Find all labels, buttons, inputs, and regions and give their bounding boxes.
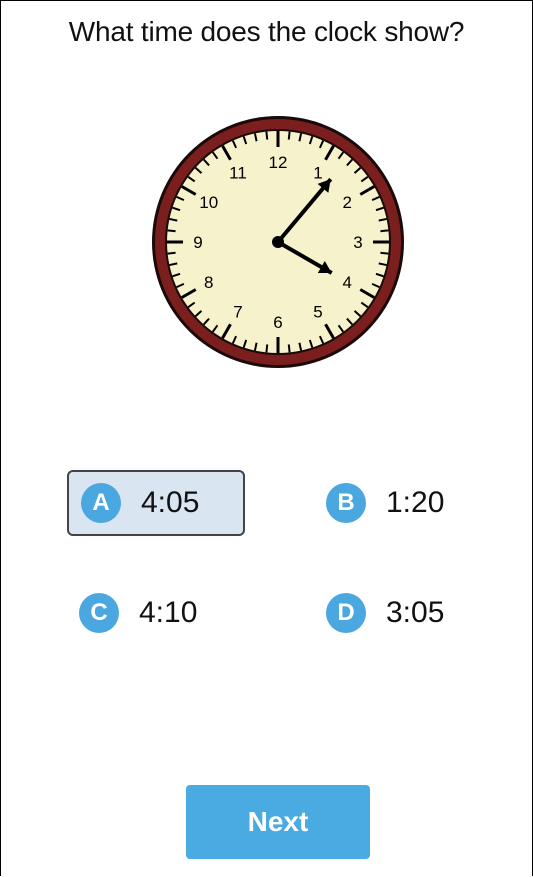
option-d[interactable]: D 3:05 [314,580,492,646]
question-text: What time does the clock show? [68,16,465,47]
clock-minute-tick [287,131,291,140]
clock-minute-tick [167,251,176,255]
option-c-label: 4:10 [139,596,198,629]
clock-numeral: 9 [193,233,202,252]
option-c-badge: C [79,593,119,633]
clock-minute-tick [287,344,291,353]
option-a[interactable]: A 4:05 [67,470,245,536]
analog-clock: 12 1 2 3 4 5 6 7 8 9 10 11 [148,112,408,372]
clock-numeral: 1 [313,164,322,183]
option-d-badge: D [326,593,366,633]
option-b-label: 1:20 [386,486,445,519]
clock-minute-tick [167,229,176,233]
clock-numeral: 10 [199,193,218,212]
option-d-label: 3:05 [386,596,445,629]
clock-minute-tick [380,229,389,233]
option-a-label: 4:05 [141,486,200,519]
next-button[interactable]: Next [186,785,370,859]
option-a-badge: A [81,483,121,523]
option-b-badge: B [326,483,366,523]
clock-minute-tick [265,344,269,353]
clock-numeral: 4 [343,273,352,292]
clock-numeral: 5 [313,302,322,321]
clock-numeral: 12 [269,153,288,172]
clock-numeral: 6 [273,313,282,332]
clock-center-pin [272,236,284,248]
clock-numeral: 7 [233,302,242,321]
clock-numeral: 3 [353,233,362,252]
clock-numeral: 11 [229,164,247,183]
option-b[interactable]: B 1:20 [314,470,492,536]
clock-numeral: 2 [343,193,352,212]
clock-numeral: 8 [204,273,213,292]
clock-minute-tick [265,131,269,140]
clock-graphic: 121234567891011 [152,116,404,368]
clock-minute-tick [380,251,389,255]
option-c[interactable]: C 4:10 [67,580,245,646]
